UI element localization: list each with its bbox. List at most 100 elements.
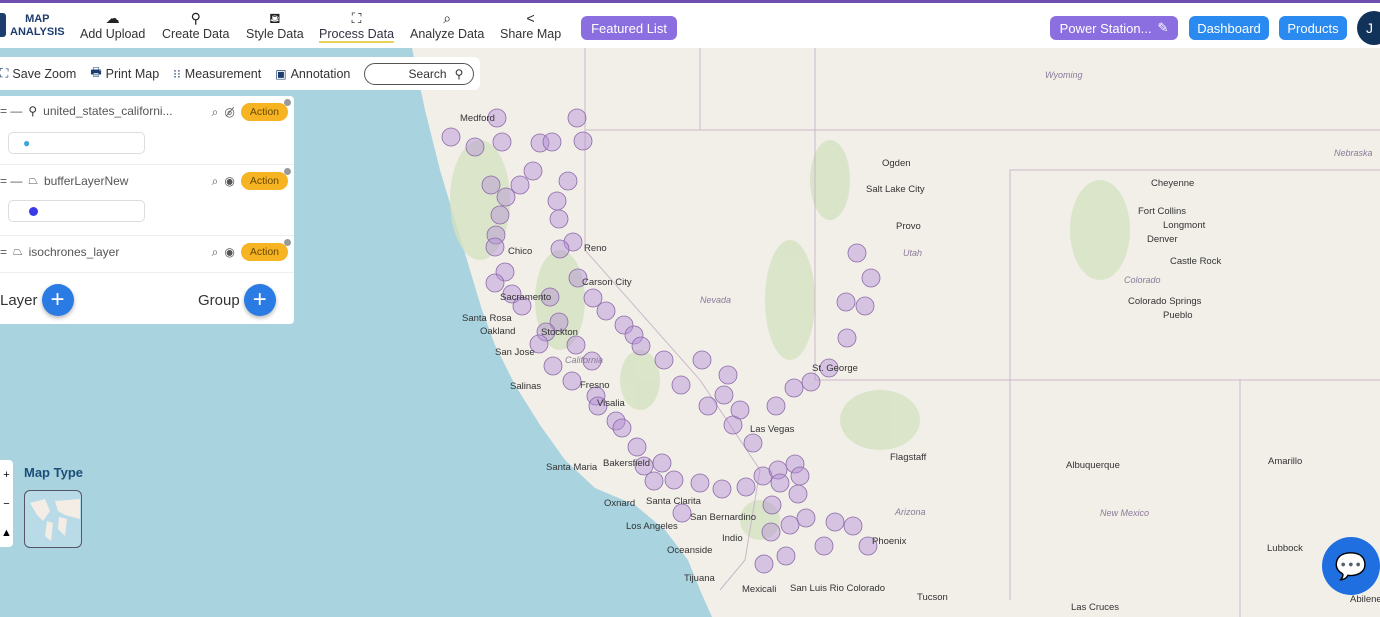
buffer-circle[interactable] xyxy=(788,484,808,504)
add-group-button[interactable]: Group + xyxy=(198,284,276,316)
buffer-circle[interactable] xyxy=(490,205,510,225)
user-avatar[interactable]: J xyxy=(1357,11,1380,45)
buffer-circle[interactable] xyxy=(692,350,712,370)
buffer-circle[interactable] xyxy=(780,515,800,535)
chat-button[interactable]: 💬 xyxy=(1322,537,1380,595)
buffer-circle[interactable] xyxy=(836,292,856,312)
buffer-circle[interactable] xyxy=(550,239,570,259)
buffer-circle[interactable] xyxy=(441,127,461,147)
zoom-out-button[interactable]: − xyxy=(3,498,9,510)
map-type-thumbnail[interactable] xyxy=(24,490,82,548)
buffer-circle[interactable] xyxy=(784,378,804,398)
print-map-button[interactable]: 🖶 Print Map xyxy=(90,63,159,84)
buffer-circle[interactable] xyxy=(770,473,790,493)
buffer-circle[interactable] xyxy=(855,296,875,316)
layer-name: bufferLayerNew xyxy=(43,173,129,188)
zoom-to-layer-icon[interactable]: ⌕ xyxy=(212,174,219,189)
buffer-circle[interactable] xyxy=(776,546,796,566)
action-button[interactable]: Action xyxy=(240,239,292,261)
buffer-circle[interactable] xyxy=(485,273,505,293)
buffer-circle[interactable] xyxy=(814,536,834,556)
featured-list-button[interactable]: Featured List xyxy=(581,16,677,40)
buffer-circle[interactable] xyxy=(485,237,505,257)
buffer-circle[interactable] xyxy=(542,132,562,152)
buffer-circle[interactable] xyxy=(543,356,563,376)
products-button[interactable]: Products xyxy=(1279,16,1347,40)
buffer-circle[interactable] xyxy=(558,171,578,191)
zoom-in-button[interactable]: + xyxy=(3,469,9,481)
zoom-to-layer-icon[interactable]: ⌕ xyxy=(212,245,219,260)
nav-create-data[interactable]: ⚲ Create Data xyxy=(162,9,229,41)
buffer-circle[interactable] xyxy=(825,512,845,532)
buffer-circle[interactable] xyxy=(547,191,567,211)
layer-row[interactable]: = — ⚲ united_states_californi... ⌕ ◎̸ Action… xyxy=(0,96,294,165)
buffer-circle[interactable] xyxy=(496,187,516,207)
add-layer-button[interactable]: Layer + xyxy=(0,284,74,316)
layer-row[interactable]: = — ⏢ bufferLayerNew ⌕ ◉ Action xyxy=(0,165,294,236)
eye-icon[interactable]: ◉ xyxy=(224,174,234,188)
zoom-to-layer-icon[interactable]: ⌕ xyxy=(212,105,219,120)
project-name-button[interactable]: Power Station... ✎ xyxy=(1050,16,1178,40)
buffer-circle[interactable] xyxy=(743,433,763,453)
buffer-circle[interactable] xyxy=(671,375,691,395)
buffer-circle[interactable] xyxy=(761,522,781,542)
nav-share-map[interactable]: < Share Map xyxy=(500,9,561,41)
measurement-button[interactable]: ⁝⁝ Measurement xyxy=(173,67,261,81)
reset-north-button[interactable]: ▲ xyxy=(1,527,12,539)
buffer-circle[interactable] xyxy=(698,396,718,416)
buffer-circle[interactable] xyxy=(492,132,512,152)
buffer-circle[interactable] xyxy=(567,108,587,128)
buffer-circle[interactable] xyxy=(596,301,616,321)
buffer-circle[interactable] xyxy=(566,335,586,355)
buffer-circle[interactable] xyxy=(714,385,734,405)
buffer-circle[interactable] xyxy=(861,268,881,288)
buffer-circle[interactable] xyxy=(612,418,632,438)
buffer-circle[interactable] xyxy=(481,175,501,195)
buffer-circle[interactable] xyxy=(796,508,816,528)
buffer-circle[interactable] xyxy=(718,365,738,385)
app-logo[interactable]: MAP ANALYSIS xyxy=(0,13,65,39)
buffer-circle[interactable] xyxy=(510,175,530,195)
buffer-circle[interactable] xyxy=(847,243,867,263)
nav-analyze-data[interactable]: ⌕ Analyze Data xyxy=(410,9,484,41)
buffer-circle[interactable] xyxy=(654,350,674,370)
buffer-circle[interactable] xyxy=(652,453,672,473)
buffer-circle[interactable] xyxy=(712,479,732,499)
buffer-circle[interactable] xyxy=(627,437,647,457)
drag-handle-icon[interactable]: = — xyxy=(0,104,22,118)
buffer-circle[interactable] xyxy=(549,209,569,229)
buffer-circle[interactable] xyxy=(644,471,664,491)
buffer-circle[interactable] xyxy=(723,415,743,435)
buffer-circle[interactable] xyxy=(631,336,651,356)
eye-off-icon[interactable]: ◎̸ xyxy=(224,105,234,119)
action-button[interactable]: Action xyxy=(240,99,292,121)
buffer-circle[interactable] xyxy=(766,396,786,416)
buffer-circle[interactable] xyxy=(843,516,863,536)
buffer-circle[interactable] xyxy=(754,554,774,574)
drag-handle-icon[interactable]: = xyxy=(0,245,7,259)
drag-handle-icon[interactable]: = — xyxy=(0,174,22,188)
buffer-circle[interactable] xyxy=(801,372,821,392)
buffer-circle[interactable] xyxy=(573,131,593,151)
eye-icon[interactable]: ◉ xyxy=(224,245,234,259)
buffer-circle[interactable] xyxy=(837,328,857,348)
search-button[interactable]: Search ⚲ xyxy=(364,62,475,85)
buffer-circle[interactable] xyxy=(790,466,810,486)
buffer-circle[interactable] xyxy=(736,477,756,497)
nav-add-upload[interactable]: ☁ Add Upload xyxy=(80,9,145,41)
annotation-button[interactable]: ▣ Annotation xyxy=(275,67,350,81)
dashboard-button[interactable]: Dashboard xyxy=(1189,16,1269,40)
buffer-circle[interactable] xyxy=(562,371,582,391)
nav-process-data[interactable]: ⛶ Process Data xyxy=(319,9,395,43)
buffer-circle[interactable] xyxy=(465,137,485,157)
save-zoom-button[interactable]: ⛶ Save Zoom xyxy=(0,66,76,81)
map-toolbar: ⛶ Save Zoom 🖶 Print Map ⁝⁝ Measurement ▣ Ann… xyxy=(0,57,480,90)
nav-style-data[interactable]: ⛾ Style Data xyxy=(246,9,304,41)
buffer-circle[interactable] xyxy=(762,495,782,515)
action-button[interactable]: Action xyxy=(240,168,292,190)
buffer-circle[interactable] xyxy=(523,161,543,181)
buffer-circle[interactable] xyxy=(583,288,603,308)
buffer-circle[interactable] xyxy=(690,473,710,493)
buffer-circle[interactable] xyxy=(664,470,684,490)
layer-row[interactable]: = ⏢ isochrones_layer ⌕ ◉ Action xyxy=(0,236,294,273)
